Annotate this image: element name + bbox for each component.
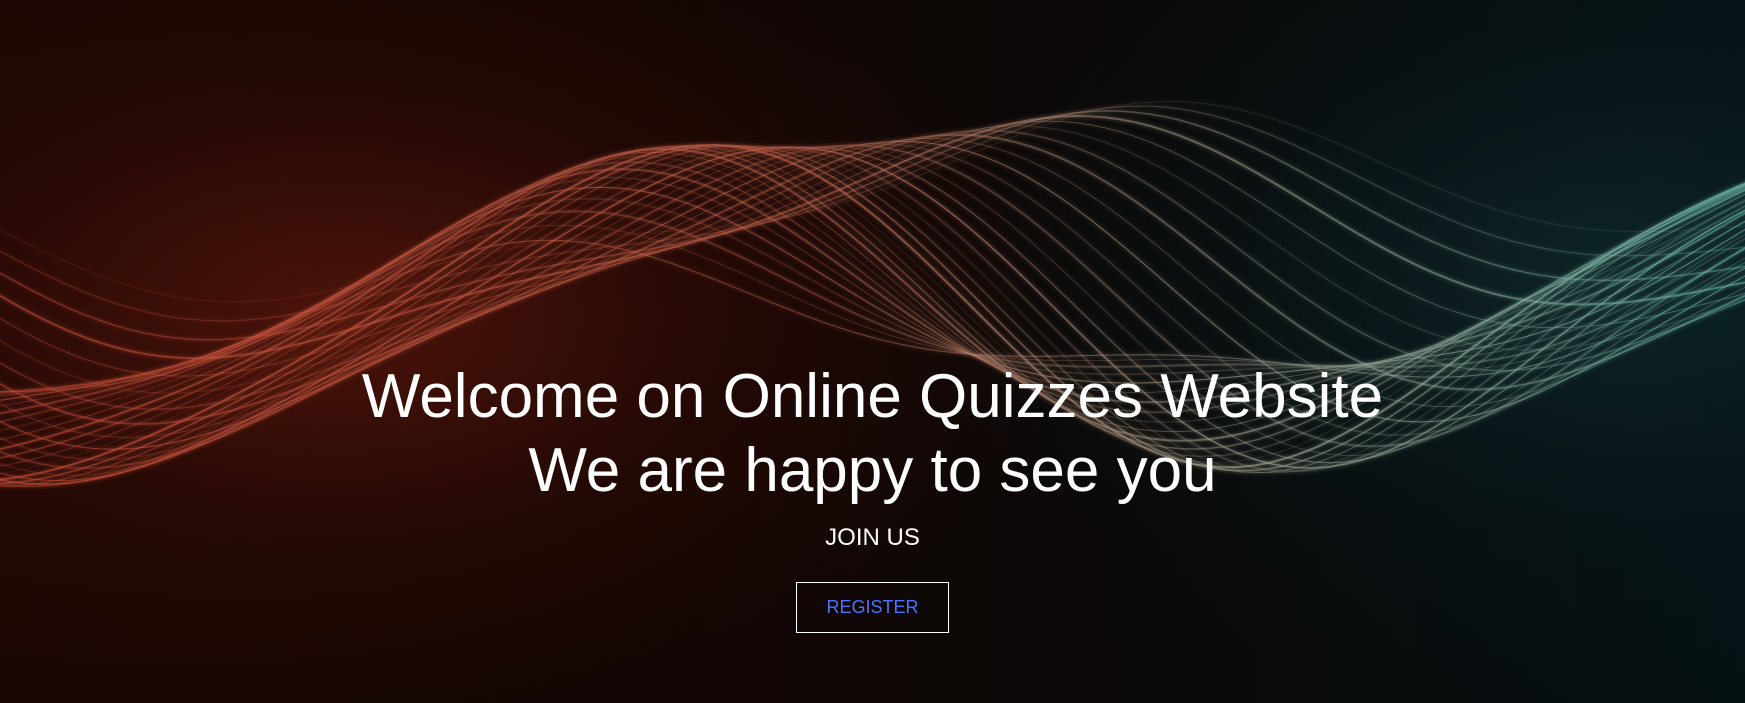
join-us-text: JOIN US xyxy=(825,524,920,551)
hero-content: Welcome on Online Quizzes Website We are… xyxy=(0,360,1745,633)
register-button[interactable]: REGISTER xyxy=(796,582,949,633)
hero-title-line2: We are happy to see you xyxy=(528,436,1217,505)
hero-title-line1: Welcome on Online Quizzes Website xyxy=(361,362,1384,431)
hero-section: Welcome on Online Quizzes Website We are… xyxy=(0,0,1745,703)
